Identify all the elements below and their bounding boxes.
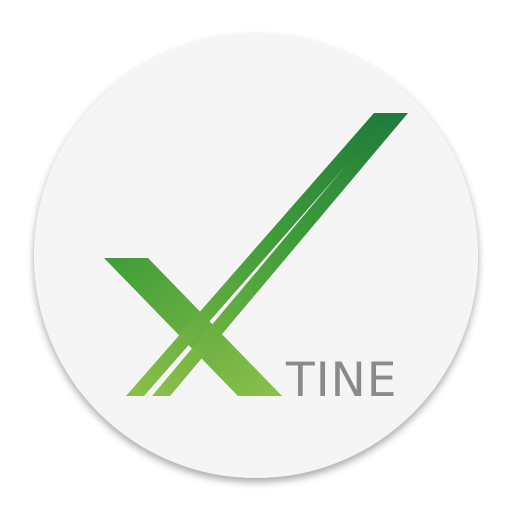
wordmark: TINE xyxy=(285,353,397,408)
xtine-logo-icon: TINE xyxy=(34,34,478,478)
app-icon[interactable]: TINE xyxy=(0,0,512,512)
